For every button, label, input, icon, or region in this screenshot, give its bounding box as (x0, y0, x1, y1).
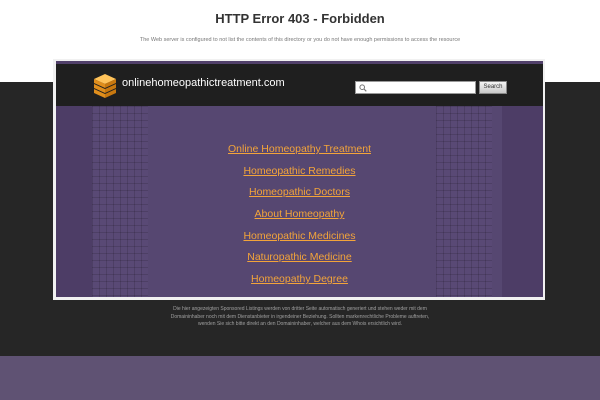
list-item: About Homeopathy (56, 202, 543, 224)
list-item: Homeopathy Degree (56, 267, 543, 289)
link-about-homeopathy[interactable]: About Homeopathy (255, 208, 345, 220)
error-section: HTTP Error 403 - Forbidden The Web serve… (0, 0, 600, 62)
list-item: Homeopathic Doctors (56, 180, 543, 202)
links-panel: Online Homeopathy Treatment Homeopathic … (56, 106, 543, 297)
list-item: Online Homeopathy Treatment (56, 137, 543, 159)
link-online-homeopathy-treatment[interactable]: Online Homeopathy Treatment (228, 143, 371, 155)
link-homeopathic-remedies[interactable]: Homeopathic Remedies (243, 165, 355, 177)
link-naturopathic-medicine[interactable]: Naturopathic Medicine (247, 251, 351, 263)
stacked-boxes-icon (94, 74, 116, 98)
footer-band (0, 356, 600, 400)
list-item: Naturopathic Medicine (56, 245, 543, 267)
site-name[interactable]: onlinehomeopathictreatment.com (122, 77, 285, 89)
error-title: HTTP Error 403 - Forbidden (215, 11, 385, 26)
search-button[interactable]: Search (479, 81, 507, 94)
link-homeopathy-degree[interactable]: Homeopathy Degree (251, 273, 348, 285)
list-item: Homeopathic Remedies (56, 159, 543, 181)
link-homeopathic-medicines[interactable]: Homeopathic Medicines (243, 230, 355, 242)
link-homeopathic-doctors[interactable]: Homeopathic Doctors (249, 186, 350, 198)
error-message: The Web server is configured to not list… (139, 37, 461, 43)
list-item: Homeopathic Medicines (56, 224, 543, 246)
sponsored-links-list: Online Homeopathy Treatment Homeopathic … (56, 137, 543, 289)
disclaimer-text: Die hier angezeigten Sponsored Listings … (170, 306, 430, 328)
search-input[interactable] (355, 81, 476, 94)
